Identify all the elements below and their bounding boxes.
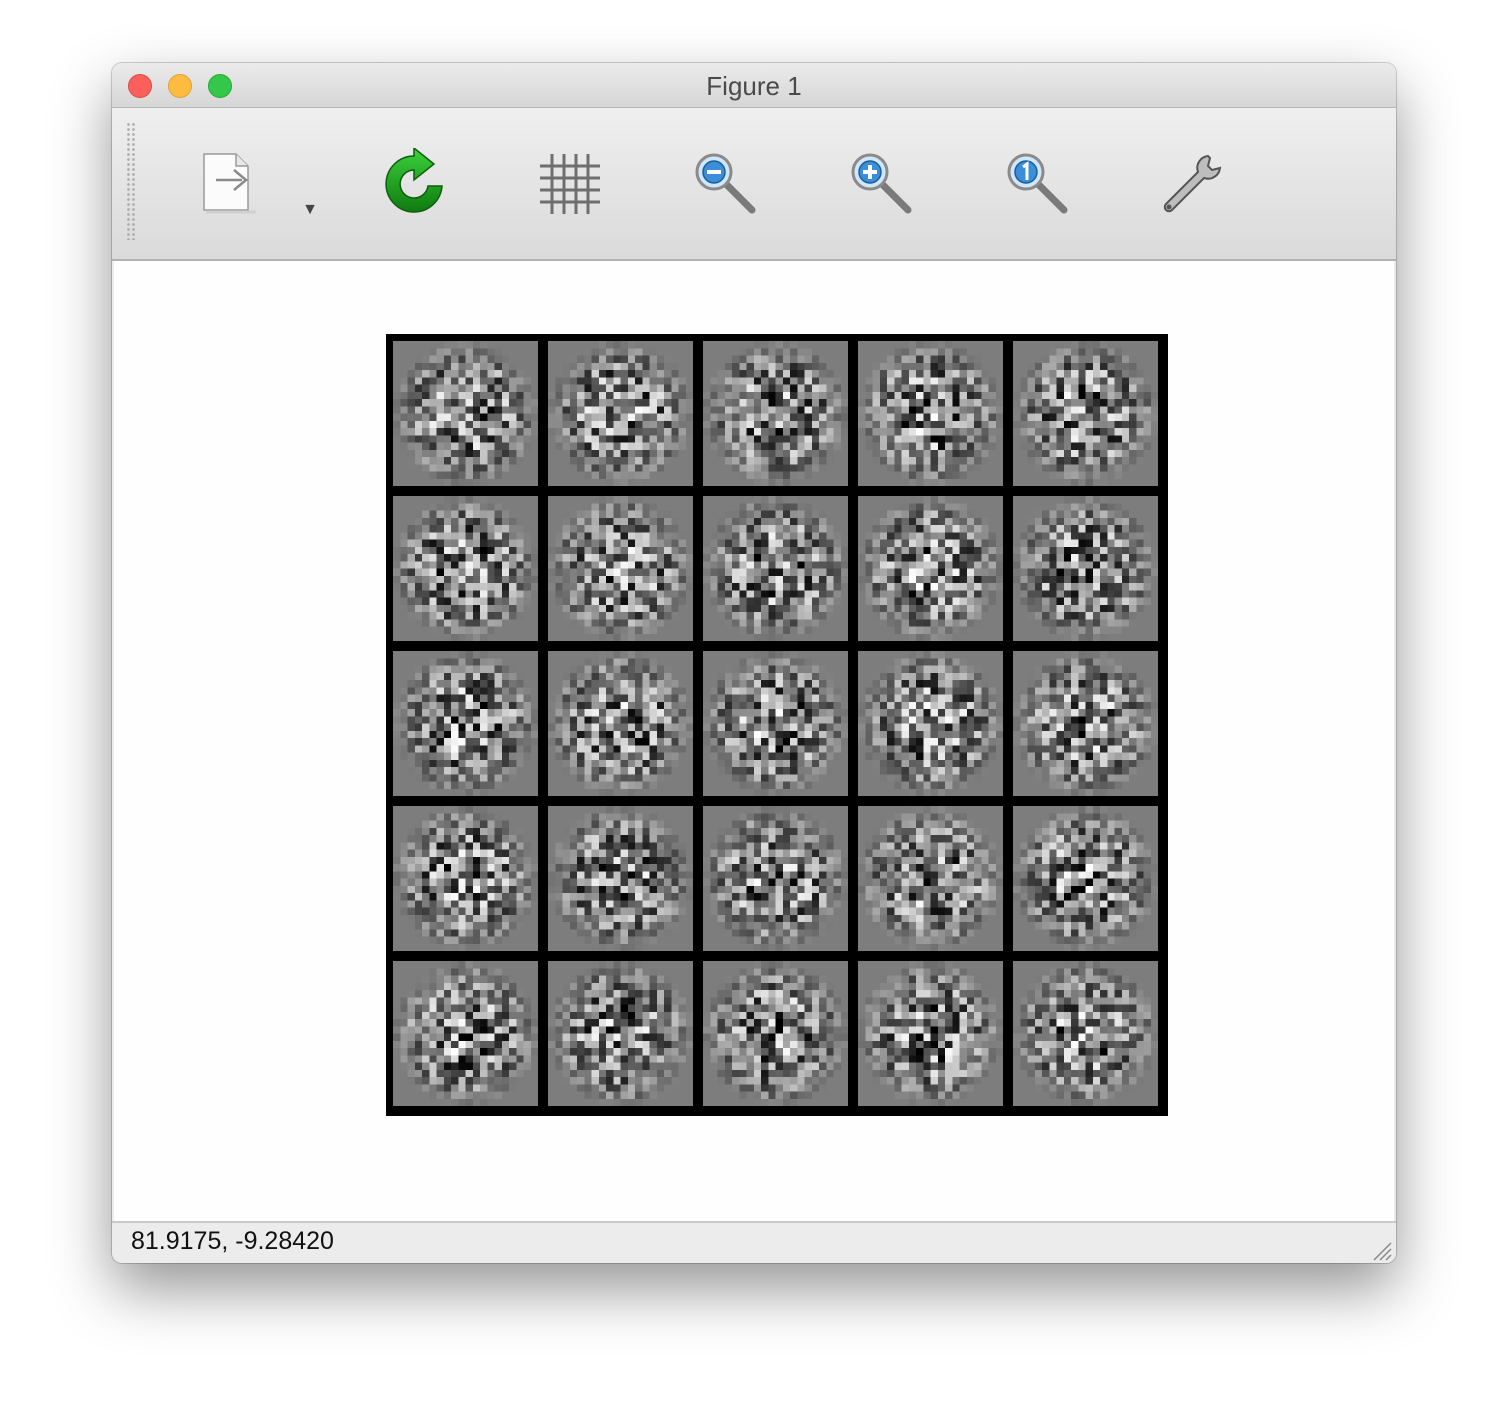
weight-tile-image — [393, 961, 538, 1106]
weight-tile-image — [548, 496, 693, 641]
zoom-in-button[interactable] — [846, 148, 918, 220]
magnifier-minus-icon — [695, 153, 756, 214]
zoom-reset-button[interactable] — [1002, 148, 1074, 220]
weight-tile — [703, 961, 848, 1106]
weight-tile — [1013, 651, 1158, 796]
title-bar[interactable]: Figure 1 — [112, 63, 1396, 108]
export-button[interactable] — [196, 148, 268, 220]
zoom-out-button[interactable] — [690, 148, 762, 220]
weight-tile — [548, 341, 693, 486]
weight-tile-image — [1013, 806, 1158, 951]
weight-tile-image — [703, 806, 848, 951]
weight-tile — [858, 341, 1003, 486]
weight-tile — [703, 806, 848, 951]
weight-tile-image — [548, 651, 693, 796]
export-menu-arrow[interactable]: ▼ — [300, 200, 320, 220]
weight-tile-image — [858, 806, 1003, 951]
export-document-icon — [203, 153, 256, 214]
weight-tile-image — [858, 341, 1003, 486]
weight-tile — [1013, 961, 1158, 1106]
weight-tile-image — [1013, 496, 1158, 641]
weight-tile-image — [1013, 651, 1158, 796]
figure-canvas[interactable] — [114, 261, 1394, 1221]
green-refresh-arrow-icon — [385, 148, 443, 213]
weight-tile — [548, 806, 693, 951]
weight-tile — [548, 961, 693, 1106]
weight-tile-image — [393, 496, 538, 641]
weight-tile-image — [1013, 341, 1158, 486]
grid-icon — [540, 154, 600, 214]
resize-grip-icon[interactable] — [1370, 1239, 1392, 1261]
window-title: Figure 1 — [706, 71, 802, 101]
toolbar-grip-handle[interactable] — [126, 122, 136, 240]
weight-tile-image — [703, 341, 848, 486]
weight-tile — [703, 341, 848, 486]
weight-tile — [393, 341, 538, 486]
weight-tile-image — [703, 496, 848, 641]
weight-tile — [393, 806, 538, 951]
toolbar: ▼ — [112, 108, 1396, 261]
weight-tile — [393, 651, 538, 796]
weight-tile-image — [393, 341, 538, 486]
weight-tile-image — [703, 961, 848, 1106]
magnifier-one-icon — [1007, 153, 1068, 214]
weight-tile — [393, 961, 538, 1106]
weight-tile-image — [393, 806, 538, 951]
weight-tile-image — [858, 496, 1003, 641]
wrench-icon — [1163, 154, 1222, 213]
grid-toggle-button[interactable] — [534, 148, 606, 220]
figure-window: Figure 1 ▼ 81.9175, -9.28420 — [112, 63, 1396, 1263]
weight-tile — [703, 651, 848, 796]
weight-tile — [1013, 341, 1158, 486]
weight-tile-image — [1013, 961, 1158, 1106]
weight-tile — [858, 496, 1003, 641]
weight-tile — [1013, 806, 1158, 951]
weight-tile-image — [548, 961, 693, 1106]
weight-tile — [393, 496, 538, 641]
weight-tile — [858, 961, 1003, 1106]
weight-tile — [858, 651, 1003, 796]
triangle-down-icon: ▼ — [302, 201, 318, 218]
settings-button[interactable] — [1158, 148, 1230, 220]
weight-tile-image — [858, 961, 1003, 1106]
weight-tile — [858, 806, 1003, 951]
magnifier-plus-icon — [851, 153, 912, 214]
weight-tile-image — [548, 806, 693, 951]
refresh-button[interactable] — [378, 148, 450, 220]
cursor-coordinates: 81.9175, -9.28420 — [131, 1227, 334, 1255]
weight-tile — [548, 651, 693, 796]
weight-tile-image — [858, 651, 1003, 796]
weight-tile-image — [393, 651, 538, 796]
weight-tile-image — [548, 341, 693, 486]
weights-image-grid — [386, 334, 1168, 1116]
weight-tile — [1013, 496, 1158, 641]
weight-tile — [703, 496, 848, 641]
weight-tile — [548, 496, 693, 641]
status-bar: 81.9175, -9.28420 — [112, 1221, 1396, 1263]
weight-tile-image — [703, 651, 848, 796]
